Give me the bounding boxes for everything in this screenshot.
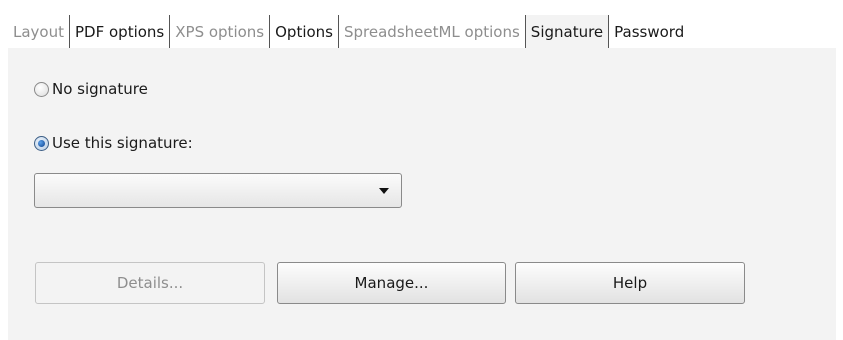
help-button-label: Help xyxy=(612,274,648,292)
tab-password[interactable]: Password xyxy=(609,15,690,48)
signature-dropdown[interactable] xyxy=(34,173,402,208)
tab-password-label: Password xyxy=(614,22,685,41)
chevron-down-icon xyxy=(379,188,389,194)
no-signature-radio[interactable] xyxy=(34,81,49,97)
tab-bar: Layout PDF options XPS options Options S… xyxy=(8,15,690,48)
use-signature-radio[interactable] xyxy=(34,135,49,151)
help-button[interactable]: Help xyxy=(515,262,745,304)
details-button[interactable]: Details... xyxy=(35,262,265,304)
manage-button[interactable]: Manage... xyxy=(277,262,506,304)
tab-layout[interactable]: Layout xyxy=(8,15,70,48)
tab-pdf-options-label: PDF options xyxy=(75,22,165,41)
tab-options-label: Options xyxy=(275,22,333,41)
tab-xps-options-label: XPS options xyxy=(175,22,265,41)
tab-options[interactable]: Options xyxy=(270,15,339,48)
tab-signature-label: Signature xyxy=(530,22,604,41)
use-signature-option[interactable]: Use this signature: xyxy=(34,134,193,152)
tab-spreadsheetml-options-label: SpreadsheetML options xyxy=(344,22,520,41)
details-button-label: Details... xyxy=(116,274,184,292)
no-signature-label: No signature xyxy=(52,80,148,98)
signature-panel: No signature Use this signature: Details… xyxy=(8,48,836,340)
no-signature-option[interactable]: No signature xyxy=(34,80,148,98)
tab-xps-options[interactable]: XPS options xyxy=(170,15,271,48)
use-signature-label: Use this signature: xyxy=(52,134,193,152)
tab-layout-label: Layout xyxy=(13,22,64,41)
tab-pdf-options[interactable]: PDF options xyxy=(70,15,171,48)
tab-spreadsheetml-options[interactable]: SpreadsheetML options xyxy=(339,15,526,48)
manage-button-label: Manage... xyxy=(354,274,429,292)
tab-signature[interactable]: Signature xyxy=(525,15,610,48)
